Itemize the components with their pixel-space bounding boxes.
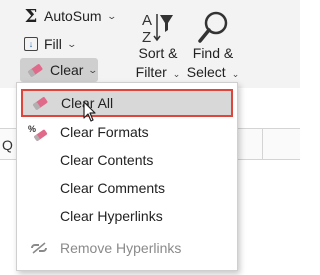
chevron-down-icon: ⌄ xyxy=(172,69,181,79)
autosum-label: AutoSum xyxy=(44,8,102,24)
fill-down-icon: ↓ xyxy=(24,37,38,51)
find-select-line2: Select xyxy=(186,64,226,80)
unlink-icon xyxy=(22,240,56,256)
menu-item-clear-hyperlinks[interactable]: Clear Hyperlinks xyxy=(22,202,232,230)
sort-filter-line1: Sort & xyxy=(138,45,178,61)
find-select-button[interactable]: Find & Select ⌄ xyxy=(186,8,240,84)
menu-item-label: Clear Contents xyxy=(60,152,154,168)
find-select-line2-wrap: Select ⌄ xyxy=(186,63,240,84)
svg-text:%: % xyxy=(28,124,36,134)
eraser-icon xyxy=(23,96,57,110)
column-header-q[interactable]: Q xyxy=(2,137,13,153)
menu-item-clear-contents[interactable]: Clear Contents xyxy=(22,146,232,174)
autosum-button[interactable]: Σ AutoSum ⌄ xyxy=(24,4,117,28)
menu-item-label: Remove Hyperlinks xyxy=(60,240,182,256)
chevron-down-icon: ⌄ xyxy=(66,38,77,49)
menu-item-label: Clear Formats xyxy=(60,124,149,140)
svg-text:A: A xyxy=(142,12,152,29)
sigma-icon: Σ xyxy=(24,5,38,27)
sort-filter-line2-wrap: Filter ⌄ xyxy=(133,63,183,84)
mouse-pointer-icon xyxy=(83,101,96,122)
svg-text:Z: Z xyxy=(142,29,151,44)
column-divider xyxy=(262,129,263,159)
menu-item-label: Clear Hyperlinks xyxy=(60,208,163,224)
chevron-down-icon: ⌄ xyxy=(231,69,240,79)
fill-label: Fill xyxy=(44,36,62,52)
menu-item-remove-hyperlinks[interactable]: Remove Hyperlinks xyxy=(22,234,232,262)
chevron-down-icon: ⌄ xyxy=(87,64,99,75)
ribbon-editing-group: Σ AutoSum ⌄ ↓ Fill ⌄ Clear ⌄ A Z Sort & … xyxy=(0,0,300,88)
clear-button[interactable]: Clear ⌄ xyxy=(20,58,99,82)
clear-formats-icon: % xyxy=(22,123,56,141)
find-select-line1: Find & xyxy=(192,45,234,61)
menu-item-clear-comments[interactable]: Clear Comments xyxy=(22,174,232,202)
sort-filter-button[interactable]: A Z Sort & Filter ⌄ xyxy=(133,8,183,84)
menu-item-clear-formats[interactable]: % Clear Formats xyxy=(22,118,232,146)
chevron-down-icon: ⌄ xyxy=(106,10,117,21)
fill-button[interactable]: ↓ Fill ⌄ xyxy=(24,32,77,56)
clear-label: Clear xyxy=(50,62,84,78)
clear-dropdown-menu: Clear All % Clear Formats Clear Contents… xyxy=(16,82,238,271)
menu-item-label: Clear Comments xyxy=(60,180,166,196)
eraser-icon xyxy=(26,63,44,77)
magnifier-icon xyxy=(186,8,240,44)
sort-filter-icon: A Z xyxy=(133,8,183,44)
sort-filter-line2: Filter xyxy=(135,64,167,80)
menu-item-clear-all[interactable]: Clear All xyxy=(21,89,233,117)
